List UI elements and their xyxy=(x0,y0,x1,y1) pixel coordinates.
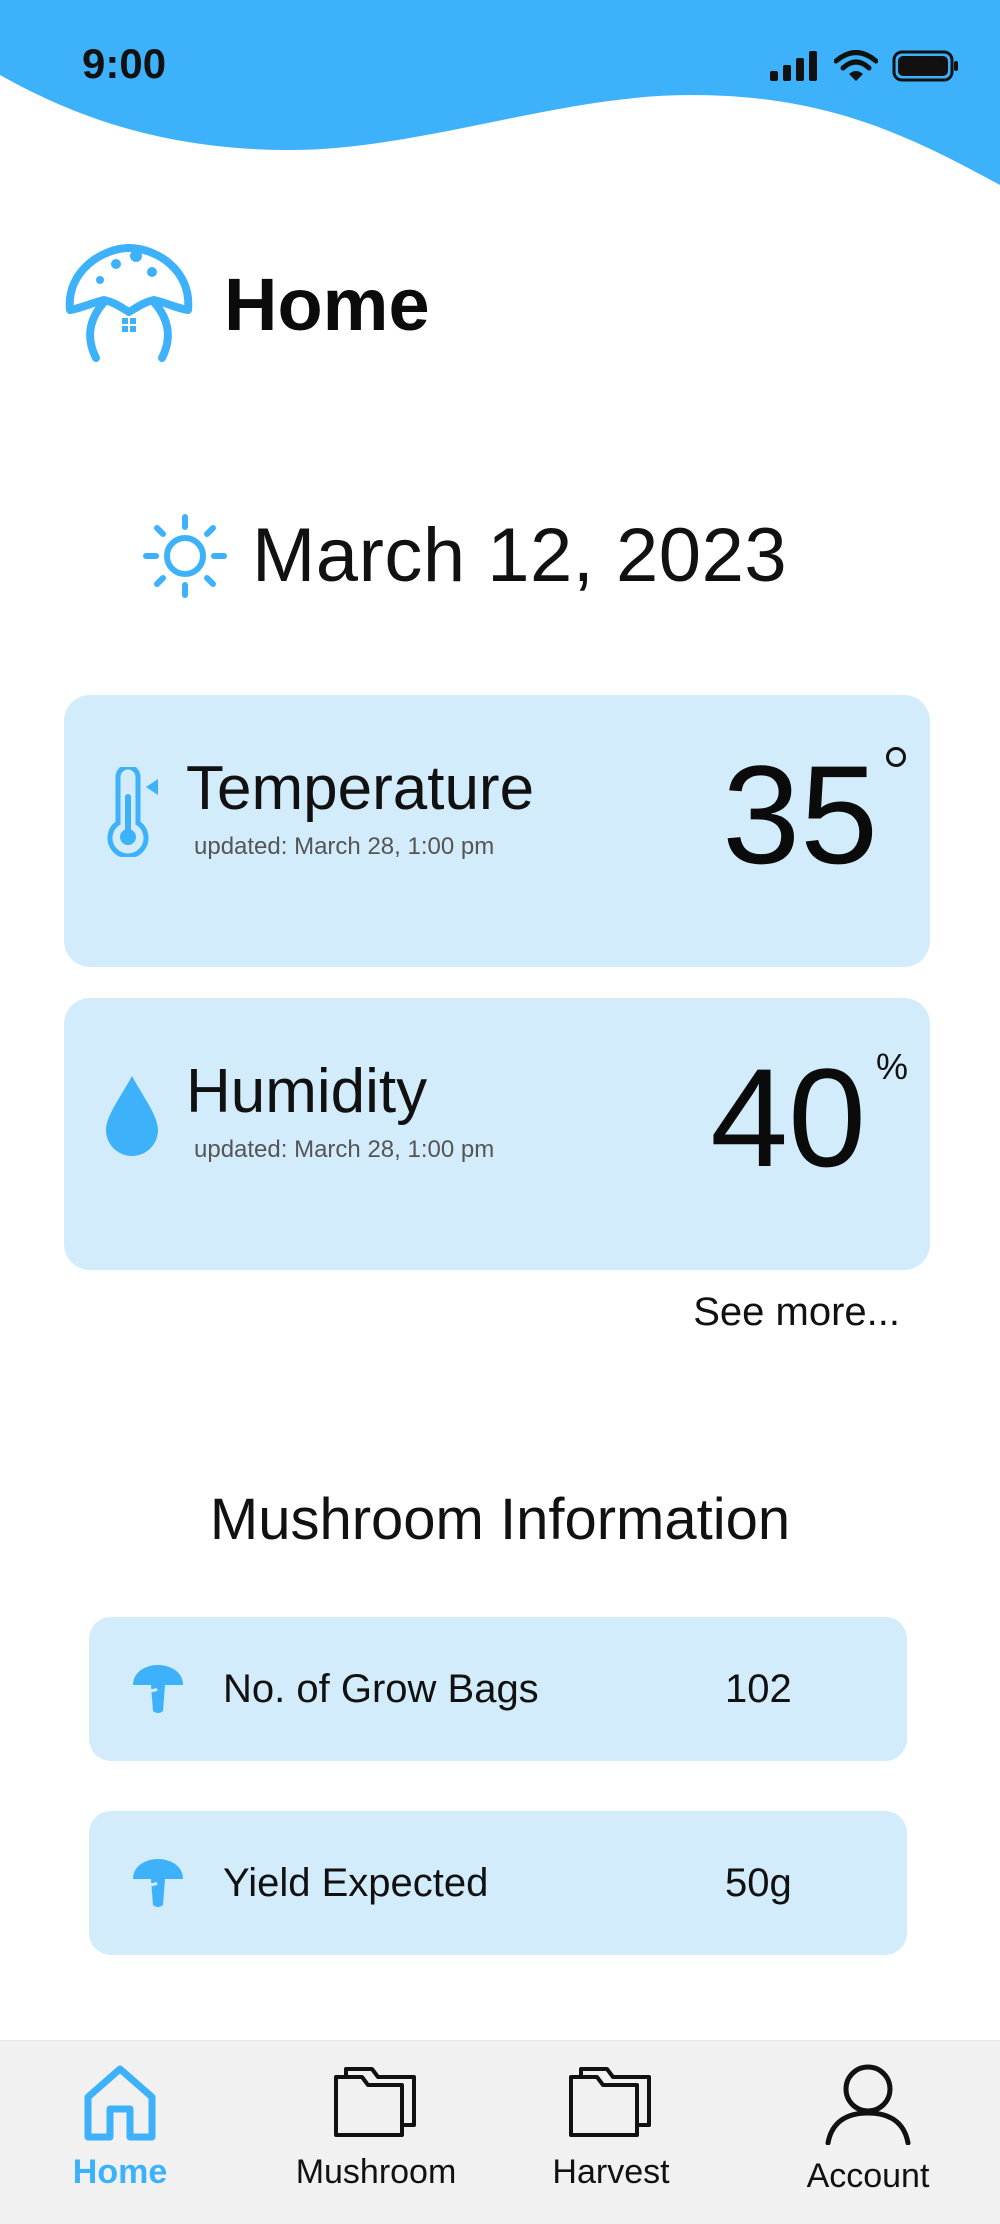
degree-symbol xyxy=(886,747,906,767)
status-time: 9:00 xyxy=(82,40,167,87)
home-icon xyxy=(84,2065,156,2141)
date-row: March 12, 2023 xyxy=(142,512,787,599)
page-title: Home xyxy=(224,263,430,346)
temperature-updated: updated: March 28, 1:00 pm xyxy=(194,833,495,860)
humidity-value: 40 xyxy=(710,1039,866,1196)
mushroom-icon xyxy=(133,1859,183,1907)
yield-expected-label: Yield Expected xyxy=(223,1860,489,1905)
grow-bags-card[interactable]: No. of Grow Bags 102 xyxy=(89,1617,907,1761)
folder-icon xyxy=(334,2067,416,2137)
water-drop-icon xyxy=(106,1076,158,1156)
nav-label-harvest: Harvest xyxy=(552,2153,670,2191)
folder-icon xyxy=(569,2067,651,2137)
temperature-value: 35 xyxy=(722,736,878,893)
humidity-title: Humidity xyxy=(186,1057,428,1126)
bottom-nav: Home Mushroom Harvest Account xyxy=(0,2040,1000,2224)
header-wave xyxy=(0,0,1000,185)
temperature-title: Temperature xyxy=(186,754,535,823)
see-more-link[interactable]: See more... xyxy=(693,1290,900,1335)
humidity-unit: % xyxy=(875,1046,908,1087)
sun-icon xyxy=(143,513,227,598)
nav-item-mushroom[interactable]: Mushroom xyxy=(276,2063,476,2192)
nav-item-account[interactable]: Account xyxy=(768,2063,968,2196)
nav-item-harvest[interactable]: Harvest xyxy=(511,2063,711,2192)
temperature-card[interactable]: Temperature updated: March 28, 1:00 pm 3… xyxy=(64,695,930,967)
signal-icon xyxy=(770,51,817,81)
nav-item-home[interactable]: Home xyxy=(20,2063,220,2192)
grow-bags-label: No. of Grow Bags xyxy=(223,1666,539,1711)
mushroom-info-title: Mushroom Information xyxy=(209,1487,791,1552)
nav-label-home: Home xyxy=(72,2153,168,2191)
date-text: March 12, 2023 xyxy=(252,513,788,598)
grow-bags-value: 102 xyxy=(725,1666,792,1711)
nav-label-account: Account xyxy=(806,2157,930,2195)
nav-label-mushroom: Mushroom xyxy=(295,2153,457,2191)
wifi-icon xyxy=(834,50,878,81)
user-icon xyxy=(825,2064,911,2145)
humidity-updated: updated: March 28, 1:00 pm xyxy=(194,1136,495,1163)
battery-icon xyxy=(892,50,958,82)
mushroom-house-logo-icon xyxy=(65,244,193,362)
mushroom-icon xyxy=(133,1665,183,1713)
yield-expected-value: 50g xyxy=(725,1860,792,1905)
yield-expected-card[interactable]: Yield Expected 50g xyxy=(89,1811,907,1955)
thermometer-icon xyxy=(107,767,158,857)
status-icons xyxy=(770,50,960,82)
humidity-card[interactable]: Humidity updated: March 28, 1:00 pm 40 % xyxy=(64,998,930,1270)
